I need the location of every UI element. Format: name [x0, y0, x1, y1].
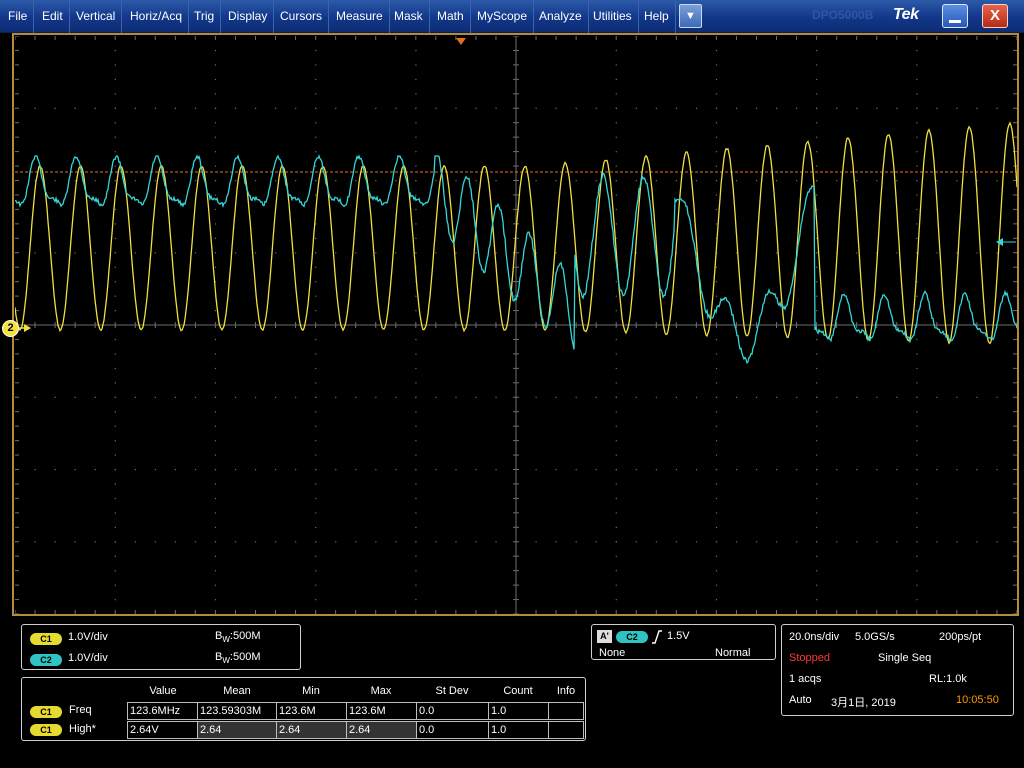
row2-measurement-name: High* — [69, 723, 96, 735]
header-max: Max — [370, 685, 392, 697]
row1-min: 123.6M — [276, 702, 347, 720]
header-mean: Mean — [223, 685, 251, 697]
row1-st-dev: 0.0 — [416, 702, 489, 720]
tek-logo: Tek — [893, 6, 919, 23]
menu-help[interactable]: Help — [638, 0, 676, 33]
ch1-bandwidth: BW:500M — [215, 630, 261, 645]
header-value: Value — [149, 685, 177, 697]
row1-mean: 123.59303M — [197, 702, 277, 720]
minimize-icon — [949, 20, 961, 23]
channel-readout-panel[interactable]: C1 1.0V/div BW:500M C2 1.0V/div BW:500M — [21, 624, 301, 670]
graticule — [15, 36, 1017, 614]
ch1-scale: 1.0V/div — [68, 631, 108, 643]
menu-edit[interactable]: Edit — [36, 0, 70, 33]
measurement-table[interactable]: Value Mean Min Max St Dev Count Info C1 … — [21, 677, 586, 741]
trigger-level: 1.5V — [667, 630, 690, 642]
row1-source-badge: C1 — [30, 706, 62, 718]
row2-max: 2.64 — [346, 721, 417, 739]
row2-info — [548, 721, 584, 739]
menu-vertical[interactable]: Vertical — [70, 0, 123, 33]
menu-analyze[interactable]: Analyze — [533, 0, 589, 33]
row1-count: 1.0 — [488, 702, 549, 720]
trigger-readout-panel[interactable]: A' C2 1.5V None Normal — [591, 624, 776, 660]
menu-cursors[interactable]: Cursors — [274, 0, 330, 33]
menu-myscope[interactable]: MyScope — [471, 0, 535, 33]
menu-bar: File Edit Vertical Horiz/Acq Trig Displa… — [0, 0, 1024, 33]
ch2-badge[interactable]: C2 — [30, 654, 62, 666]
run-status: Stopped — [789, 652, 830, 664]
acquisition-mode: Single Seq — [878, 652, 932, 664]
menu-horiz-acq[interactable]: Horiz/Acq — [124, 0, 190, 33]
close-button[interactable]: X — [982, 4, 1008, 28]
menu-measure[interactable]: Measure — [330, 0, 390, 33]
row2-value: 2.64V — [127, 721, 198, 739]
menu-file[interactable]: File — [2, 0, 35, 33]
row2-count: 1.0 — [488, 721, 549, 739]
menu-trig[interactable]: Trig — [188, 0, 222, 33]
header-st-dev: St Dev — [435, 685, 469, 697]
trigger-a-label: A' — [597, 630, 612, 643]
header-count: Count — [503, 685, 533, 697]
row1-measurement-name: Freq — [69, 704, 92, 716]
grid-lines — [15, 36, 1017, 614]
trigger-source-badge: C2 — [616, 631, 648, 643]
header-min: Min — [302, 685, 320, 697]
row2-mean: 2.64 — [197, 721, 277, 739]
timebase: 20.0ns/div — [789, 631, 840, 643]
row1-value: 123.6MHz — [127, 702, 198, 720]
date: 3月1日, 2019 — [831, 697, 896, 709]
header-info: Info — [556, 685, 576, 697]
rising-edge-icon — [652, 630, 662, 644]
time: 10:05:50 — [956, 694, 999, 706]
ch1-badge[interactable]: C1 — [30, 633, 62, 645]
trigger-coupling: None — [599, 647, 626, 659]
row1-info — [548, 702, 584, 720]
sample-rate: 5.0GS/s — [855, 631, 895, 643]
row2-source-badge: C1 — [30, 724, 62, 736]
menu-mask[interactable]: Mask — [388, 0, 430, 33]
ch2-scale: 1.0V/div — [68, 652, 108, 664]
trigger-auto-mode: Auto — [789, 694, 812, 706]
trigger-mode: Normal — [715, 647, 751, 659]
row2-min: 2.64 — [276, 721, 347, 739]
ch2-ground-marker-icon[interactable]: 2 — [2, 320, 19, 337]
menu-dropdown-button[interactable]: ▼ — [679, 4, 702, 28]
ch2-bandwidth: BW:500M — [215, 651, 261, 666]
acquisition-count: 1 acqs — [789, 673, 822, 685]
resolution: 200ps/pt — [939, 631, 982, 643]
minimize-button[interactable] — [942, 4, 968, 28]
model-watermark: DPO5000B — [812, 8, 874, 22]
trigger-position-icon[interactable] — [456, 38, 466, 45]
menu-utilities[interactable]: Utilities — [587, 0, 639, 33]
acquisition-readout-panel[interactable]: 20.0ns/div 5.0GS/s 200ps/pt Stopped Sing… — [781, 624, 1014, 716]
row1-max: 123.6M — [346, 702, 417, 720]
record-length: RL:1.0k — [929, 673, 967, 685]
menu-display[interactable]: Display — [222, 0, 275, 33]
menu-math[interactable]: Math — [431, 0, 471, 33]
row2-st-dev: 0.0 — [416, 721, 489, 739]
